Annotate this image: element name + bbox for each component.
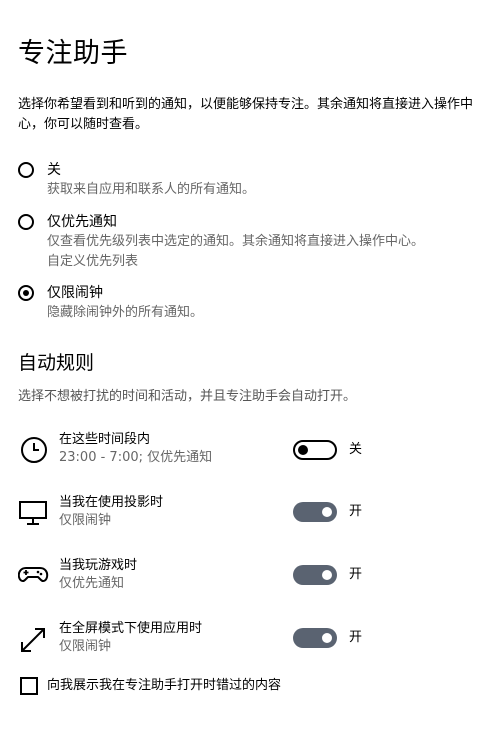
fullscreen-arrows-icon xyxy=(18,625,50,657)
focus-assist-settings-page: 专注助手 选择你希望看到和听到的通知，以便能够保持专注。其余通知将直接进入操作中… xyxy=(0,0,503,747)
mode-label: 仅优先通知 xyxy=(47,214,117,230)
show-summary-option[interactable]: 向我展示我在专注助手打开时错过的内容 xyxy=(20,676,480,696)
rule-during-these-times[interactable]: 在这些时间段内 23:00 - 7:00; 仅优先通知 关 xyxy=(18,432,488,478)
rule-when-projecting[interactable]: 当我在使用投影时 仅限闹钟 开 xyxy=(18,495,488,541)
gamepad-icon xyxy=(18,562,50,594)
mode-description: 获取来自应用和联系人的所有通知。 xyxy=(47,182,256,197)
rule-name: 在全屏模式下使用应用时 xyxy=(59,621,203,636)
rule-when-gaming[interactable]: 当我玩游戏时 仅优先通知 开 xyxy=(18,558,488,604)
checkbox-label: 向我展示我在专注助手打开时错过的内容 xyxy=(47,678,282,693)
rule-name: 当我在使用投影时 xyxy=(59,495,164,510)
automatic-rules-description: 选择不想被打扰的时间和活动，并且专注助手会自动打开。 xyxy=(18,389,357,404)
radio-alarms-only[interactable] xyxy=(18,285,34,301)
rule-toggle-switch[interactable] xyxy=(293,565,337,585)
rule-name: 在这些时间段内 xyxy=(59,432,151,447)
rule-toggle-switch[interactable] xyxy=(293,502,337,522)
rule-toggle-switch[interactable] xyxy=(293,628,337,648)
rule-detail: 仅限闹钟 xyxy=(59,639,112,654)
toggle-state-label: 开 xyxy=(349,630,363,645)
mode-description: 仅查看优先级列表中选定的通知。其余通知将直接进入操作中心。 xyxy=(47,234,425,249)
toggle-state-label: 关 xyxy=(349,442,363,457)
toggle-knob xyxy=(322,507,332,517)
mode-description: 隐藏除闹钟外的所有通知。 xyxy=(47,305,204,320)
mode-label: 关 xyxy=(47,162,61,178)
mode-label: 仅限闹钟 xyxy=(47,285,103,301)
toggle-state-label: 开 xyxy=(349,504,363,519)
page-title: 专注助手 xyxy=(18,38,128,69)
rule-name: 当我玩游戏时 xyxy=(59,558,138,573)
radio-priority-only[interactable] xyxy=(18,214,34,230)
page-description: 选择你希望看到和听到的通知，以便能够保持专注。其余通知将直接进入操作中心，你可以… xyxy=(18,97,474,132)
toggle-knob xyxy=(298,445,308,455)
rule-toggle-switch[interactable] xyxy=(293,440,337,460)
toggle-knob xyxy=(322,570,332,580)
rule-detail: 仅优先通知 xyxy=(59,576,125,591)
clock-icon xyxy=(18,436,50,468)
rule-detail: 23:00 - 7:00; 仅优先通知 xyxy=(59,450,213,465)
toggle-knob xyxy=(322,633,332,643)
monitor-icon xyxy=(18,499,50,531)
automatic-rules-heading: 自动规则 xyxy=(18,352,95,374)
radio-off[interactable] xyxy=(18,162,34,178)
rule-full-screen-app[interactable]: 在全屏模式下使用应用时 仅限闹钟 开 xyxy=(18,621,488,667)
toggle-state-label: 开 xyxy=(349,567,363,582)
customize-priority-list-link[interactable]: 自定义优先列表 xyxy=(47,252,138,272)
show-summary-checkbox[interactable] xyxy=(20,677,38,695)
rule-detail: 仅限闹钟 xyxy=(59,513,112,528)
